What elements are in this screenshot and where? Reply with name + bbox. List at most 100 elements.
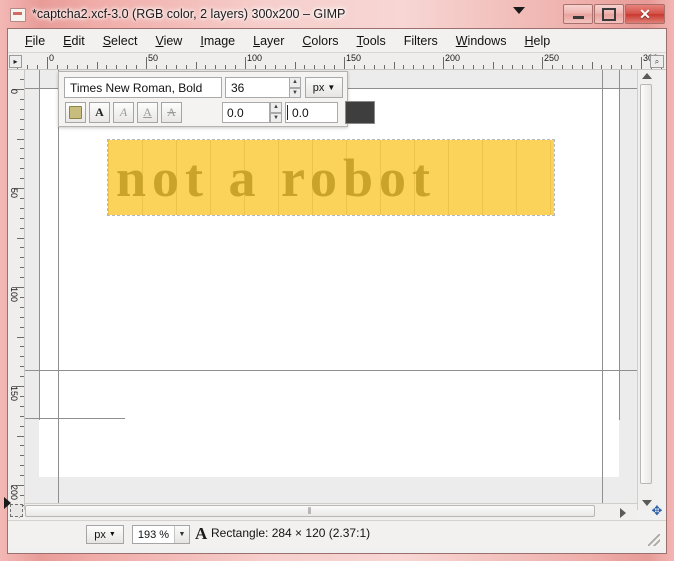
chevron-down-icon: ▼ [327,83,336,92]
ruler-tick [175,65,177,69]
bold-button[interactable]: A [89,102,110,123]
ruler-tick [20,247,24,249]
maximize-button[interactable] [594,4,624,24]
eraser-icon [69,106,82,119]
on-canvas-text-toolbar[interactable]: Times New Roman, Bold 36 ▲ ▼ px ▼ A A A … [58,71,375,127]
ruler-tick [472,65,474,69]
ruler-position-marker [513,7,525,14]
guide-horizontal-lower[interactable] [25,418,125,419]
zoom-level-value: 193 % [137,528,170,541]
guide-vertical-right[interactable] [602,70,603,510]
horizontal-ruler[interactable]: 050100150200250300 [8,53,666,70]
ruler-tick [17,336,24,338]
menu-item-view[interactable]: View [146,31,191,51]
ruler-label: 50 [148,53,159,63]
stepper-up-icon[interactable]: ▲ [270,102,282,113]
guide-vertical-inner-right[interactable] [619,70,620,420]
ruler-tick [423,65,425,69]
menu-item-file[interactable]: File [16,31,54,51]
ruler-tick [20,207,24,209]
ruler-tick [304,65,306,69]
unit-dropdown[interactable]: px ▼ [86,525,124,544]
font-size-stepper[interactable]: ▲ ▼ [289,77,301,98]
font-family-input[interactable]: Times New Roman, Bold [64,77,222,98]
menu-bar[interactable]: File Edit Select View Image Layer Colors… [8,29,666,53]
unit-label: px [94,528,106,541]
ruler-tick [462,65,464,69]
chevron-down-icon[interactable]: ▼ [174,526,189,543]
menu-item-windows[interactable]: Windows [447,31,516,51]
menu-item-image[interactable]: Image [191,31,244,51]
minimize-button[interactable] [563,4,593,24]
navigation-preview-icon[interactable]: ✥ [650,504,664,518]
quick-mask-icon[interactable] [10,504,23,517]
stepper-down-icon[interactable]: ▼ [270,112,282,123]
menu-item-filters[interactable]: Filters [395,31,447,51]
ruler-tick [264,65,266,69]
underline-button[interactable]: A [137,102,158,123]
ruler-tick [20,296,24,298]
ruler-tick [334,65,336,69]
text-layer-selection[interactable]: not a robot [108,140,554,215]
kerning-input[interactable]: 0.0 [222,102,270,123]
triangle-right-icon[interactable] [620,508,626,518]
italic-button[interactable]: A [113,102,134,123]
menu-item-select[interactable]: Select [94,31,147,51]
text-color-swatch[interactable] [345,101,375,124]
guide-vertical-left[interactable] [58,70,59,510]
menu-item-help[interactable]: Help [515,31,559,51]
vertical-scrollbar[interactable] [637,70,653,510]
text-tool-icon: A [195,524,208,543]
ruler-label: 250 [544,53,560,63]
triangle-up-icon[interactable] [642,73,652,79]
close-icon: ✕ [639,6,651,22]
ruler-tick [20,366,24,368]
minimize-icon [572,15,584,19]
close-button[interactable]: ✕ [625,4,665,24]
ruler-tick [294,62,296,69]
ruler-tick [254,65,256,69]
ruler-tick [20,168,24,170]
ruler-label: 50 [9,188,19,199]
ruler-tick [532,65,534,69]
stepper-down-icon[interactable]: ▼ [289,87,301,98]
ruler-tick [433,65,435,69]
vertical-scrollbar-thumb[interactable] [640,84,652,484]
zoom-image-icon[interactable]: ⌕ [650,55,664,68]
stepper-up-icon[interactable]: ▲ [289,77,301,88]
vertical-ruler[interactable]: 0 50 100 150 200 [8,70,25,510]
chevron-down-icon: ▼ [108,531,116,538]
font-size-unit-dropdown[interactable]: px ▼ [305,77,343,98]
ruler-tick [591,62,593,69]
ruler-tick [581,65,583,69]
zoom-dropdown[interactable]: 193 % ▼ [132,525,190,544]
baseline-input[interactable]: 0.0 [285,102,338,123]
ruler-tick [20,405,24,407]
ruler-tick [20,445,24,447]
ruler-tick [383,65,385,69]
ruler-tick [215,65,217,69]
ruler-tick [225,65,227,69]
ruler-tick [20,415,24,417]
ruler-tick [20,465,24,467]
guide-horizontal-bottom[interactable] [25,370,637,371]
ruler-tick [116,65,118,69]
strikethrough-button[interactable]: A [161,102,182,123]
kerning-stepper[interactable]: ▲ ▼ [270,102,282,123]
ruler-tick [314,65,316,69]
ruler-menu-expand-icon[interactable]: ▸ [9,55,22,68]
menu-item-tools[interactable]: Tools [348,31,395,51]
clear-style-button[interactable] [65,102,86,123]
ruler-tick [17,435,24,437]
ruler-tick [86,65,88,69]
window-resize-grip[interactable] [648,534,660,546]
image-canvas[interactable] [25,70,637,510]
menu-item-edit[interactable]: Edit [54,31,94,51]
menu-item-layer[interactable]: Layer [244,31,293,51]
guide-vertical-inner-left[interactable] [39,70,40,420]
title-bar[interactable]: *captcha2.xcf-3.0 (RGB color, 2 layers) … [0,0,674,28]
ruler-tick [561,65,563,69]
menu-item-colors[interactable]: Colors [293,31,347,51]
horizontal-scrollbar-thumb[interactable]: ⦀ [25,505,595,517]
ruler-tick [205,65,207,69]
